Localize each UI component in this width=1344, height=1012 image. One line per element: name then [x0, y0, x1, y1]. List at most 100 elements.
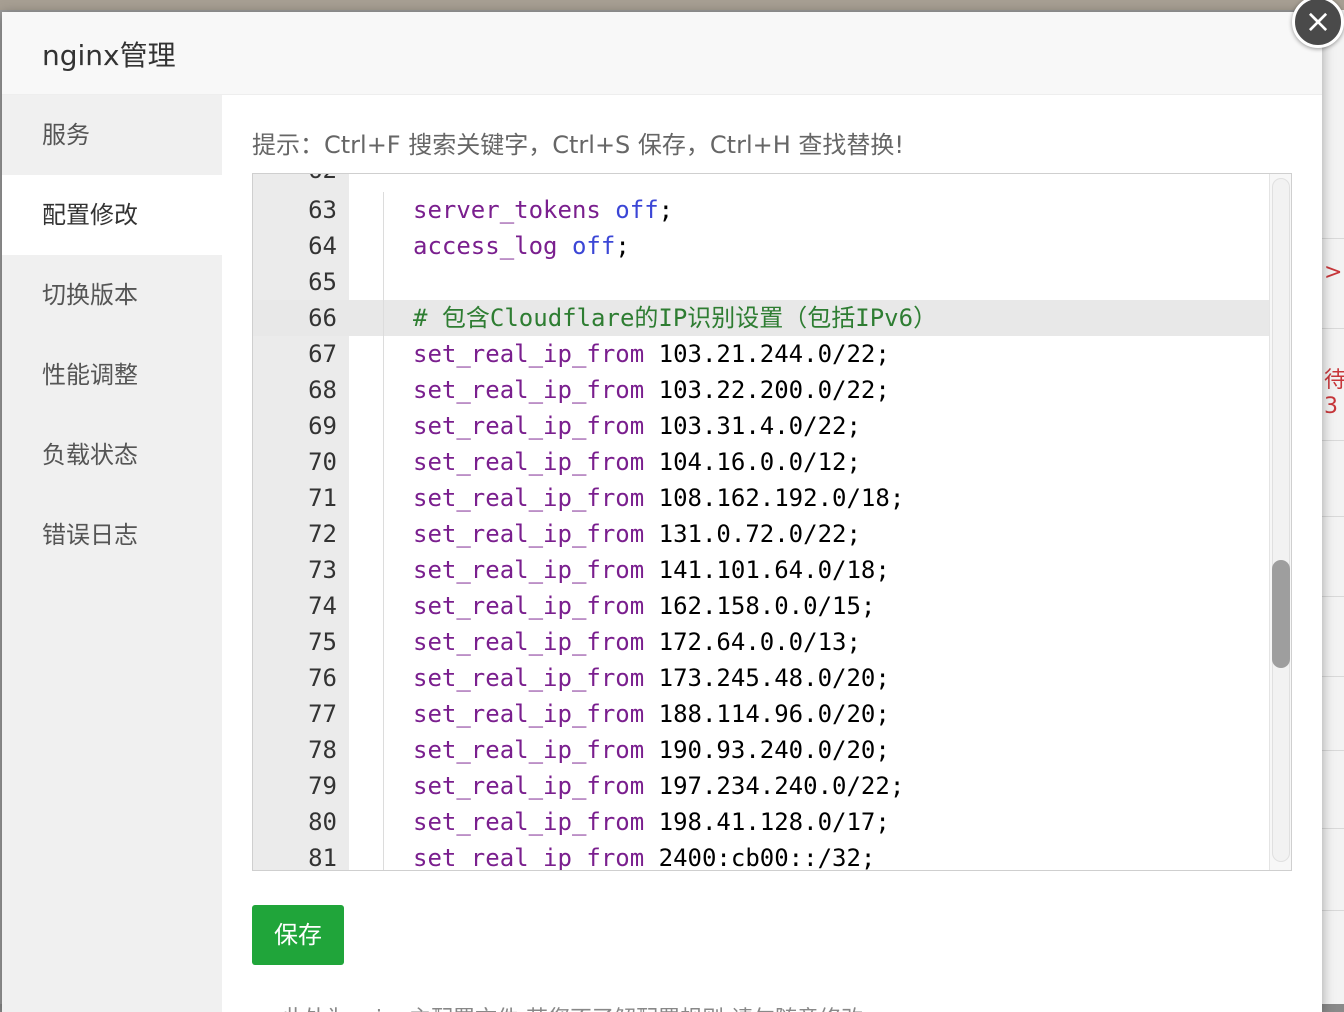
code-directive: set_real_ip_from	[413, 448, 645, 476]
code-line[interactable]: 71 set_real_ip_from 108.162.192.0/18;	[253, 480, 1269, 516]
background-divider	[1320, 910, 1344, 911]
background-chevron-fragment: >	[1324, 260, 1343, 285]
background-divider	[1320, 596, 1344, 597]
shortcut-tip: 提示：Ctrl+F 搜索关键字，Ctrl+S 保存，Ctrl+H 查找替换!	[252, 131, 905, 159]
code-argument: 141.101.64.0/18;	[644, 556, 890, 584]
background-divider	[1320, 828, 1344, 829]
code-text: set_real_ip_from 2400:cb00::/32;	[413, 840, 876, 871]
code-line[interactable]: 65	[253, 264, 1269, 300]
line-number-partial: 62	[253, 174, 337, 184]
code-value: off	[615, 196, 659, 224]
nginx-dialog: nginx管理 服务 配置修改 切换版本 性能调整 负载状态 错误日志 提示：C…	[2, 12, 1322, 1012]
indent-guide	[383, 552, 384, 588]
code-line[interactable]: 66 # 包含Cloudflare的IP识别设置（包括IPv6）	[253, 300, 1269, 336]
dialog-header: nginx管理	[2, 12, 1322, 95]
code-directive: set_real_ip_from	[413, 844, 645, 871]
background-divider	[1320, 440, 1344, 441]
code-editor[interactable]: 62 63 server_tokens off; 64 access_log off;…	[252, 173, 1292, 871]
code-line[interactable]: 68 set_real_ip_from 103.22.200.0/22;	[253, 372, 1269, 408]
code-argument: 2400:cb00::/32;	[644, 844, 876, 871]
code-argument: 103.21.244.0/22;	[644, 340, 890, 368]
background-divider	[1320, 516, 1344, 517]
indent-guide	[383, 192, 384, 228]
code-directive: set_real_ip_from	[413, 664, 645, 692]
code-comment: # 包含Cloudflare的IP识别设置（包括IPv6）	[413, 304, 938, 332]
code-text: set_real_ip_from 190.93.240.0/20;	[413, 732, 890, 768]
scrollbar-thumb[interactable]	[1272, 560, 1290, 668]
code-text: access_log off;	[413, 228, 630, 264]
code-line[interactable]: 73 set_real_ip_from 141.101.64.0/18;	[253, 552, 1269, 588]
code-line[interactable]: 70 set_real_ip_from 104.16.0.0/12;	[253, 444, 1269, 480]
code-argument: 188.114.96.0/20;	[644, 700, 890, 728]
code-line[interactable]: 81 set_real_ip_from 2400:cb00::/32;	[253, 840, 1269, 871]
code-text: set_real_ip_from 108.162.192.0/18;	[413, 480, 904, 516]
code-value: off	[571, 232, 616, 260]
code-directive: set_real_ip_from	[413, 772, 645, 800]
background-top-strip	[0, 0, 1344, 10]
code-directive: set_real_ip_from	[413, 628, 645, 656]
code-directive: set_real_ip_from	[413, 520, 645, 548]
code-argument: 198.41.128.0/17;	[644, 808, 890, 836]
code-line[interactable]: 67 set_real_ip_from 103.21.244.0/22;	[253, 336, 1269, 372]
config-warning-note: 此处为nginx主配置文件,若您不了解配置规则,请勿随意修改。	[282, 1001, 885, 1012]
line-number: 74	[308, 592, 337, 620]
code-directive: set_real_ip_from	[413, 376, 645, 404]
indent-guide	[383, 696, 384, 732]
code-line[interactable]: 79 set_real_ip_from 197.234.240.0/22;	[253, 768, 1269, 804]
indent-guide	[383, 660, 384, 696]
code-line[interactable]: 77 set_real_ip_from 188.114.96.0/20;	[253, 696, 1269, 732]
line-number: 69	[308, 412, 337, 440]
indent-guide	[383, 768, 384, 804]
code-text: set_real_ip_from 198.41.128.0/17;	[413, 804, 890, 840]
code-line[interactable]: 76 set_real_ip_from 173.245.48.0/20;	[253, 660, 1269, 696]
sidebar-item-switch-version[interactable]: 切换版本	[2, 255, 222, 335]
background-divider	[1320, 238, 1344, 239]
code-text: set_real_ip_from 188.114.96.0/20;	[413, 696, 890, 732]
code-text: set_real_ip_from 197.234.240.0/22;	[413, 768, 904, 804]
sidebar-item-load-status[interactable]: 负载状态	[2, 415, 222, 495]
line-number: 64	[308, 232, 337, 260]
code-line[interactable]: 80 set_real_ip_from 198.41.128.0/17;	[253, 804, 1269, 840]
sidebar-item-service[interactable]: 服务	[2, 95, 222, 175]
code-text: set_real_ip_from 162.158.0.0/15;	[413, 588, 875, 624]
indent-guide	[383, 300, 384, 336]
sidebar-item-config-edit[interactable]: 配置修改	[2, 175, 222, 255]
code-text: set_real_ip_from 173.245.48.0/20;	[413, 660, 890, 696]
code-text: set_real_ip_from 103.22.200.0/22;	[413, 372, 890, 408]
save-button[interactable]: 保存	[252, 905, 344, 965]
code-argument: ;	[658, 196, 674, 224]
code-line[interactable]: 78 set_real_ip_from 190.93.240.0/20;	[253, 732, 1269, 768]
code-line[interactable]: 72 set_real_ip_from 131.0.72.0/22;	[253, 516, 1269, 552]
indent-guide	[383, 372, 384, 408]
code-directive: set_real_ip_from	[413, 484, 645, 512]
background-divider	[1320, 676, 1344, 677]
code-text: set_real_ip_from 141.101.64.0/18;	[413, 552, 890, 588]
editor-scrollbar[interactable]	[1269, 174, 1291, 870]
sidebar-item-error-log[interactable]: 错误日志	[2, 495, 222, 575]
content-area: 提示：Ctrl+F 搜索关键字，Ctrl+S 保存，Ctrl+H 查找替换! 6…	[252, 95, 1302, 1012]
code-directive: set_real_ip_from	[413, 412, 645, 440]
code-argument: 104.16.0.0/12;	[644, 448, 861, 476]
code-text: set_real_ip_from 131.0.72.0/22;	[413, 516, 861, 552]
line-number: 79	[308, 772, 337, 800]
code-line[interactable]: 75 set_real_ip_from 172.64.0.0/13;	[253, 624, 1269, 660]
code-line[interactable]: 64 access_log off;	[253, 228, 1269, 264]
code-line[interactable]: 69 set_real_ip_from 103.31.4.0/22;	[253, 408, 1269, 444]
code-argument: ;	[615, 232, 630, 260]
background-divider	[1320, 328, 1344, 329]
indent-guide	[383, 264, 384, 300]
code-argument: 197.234.240.0/22;	[644, 772, 905, 800]
code-line[interactable]: 74 set_real_ip_from 162.158.0.0/15;	[253, 588, 1269, 624]
code-directive: set_real_ip_from	[413, 340, 645, 368]
code-directive: set_real_ip_from	[413, 736, 645, 764]
line-number: 77	[308, 700, 337, 728]
sidebar-item-performance[interactable]: 性能调整	[2, 335, 222, 415]
indent-guide	[383, 840, 384, 870]
code-directive: set_real_ip_from	[413, 556, 645, 584]
line-number: 75	[308, 628, 337, 656]
indent-guide	[383, 480, 384, 516]
code-line[interactable]: 63 server_tokens off;	[253, 192, 1269, 228]
code-argument: 131.0.72.0/22;	[644, 520, 861, 548]
code-directive: server_tokens	[413, 196, 601, 224]
code-text: server_tokens off;	[413, 192, 673, 228]
